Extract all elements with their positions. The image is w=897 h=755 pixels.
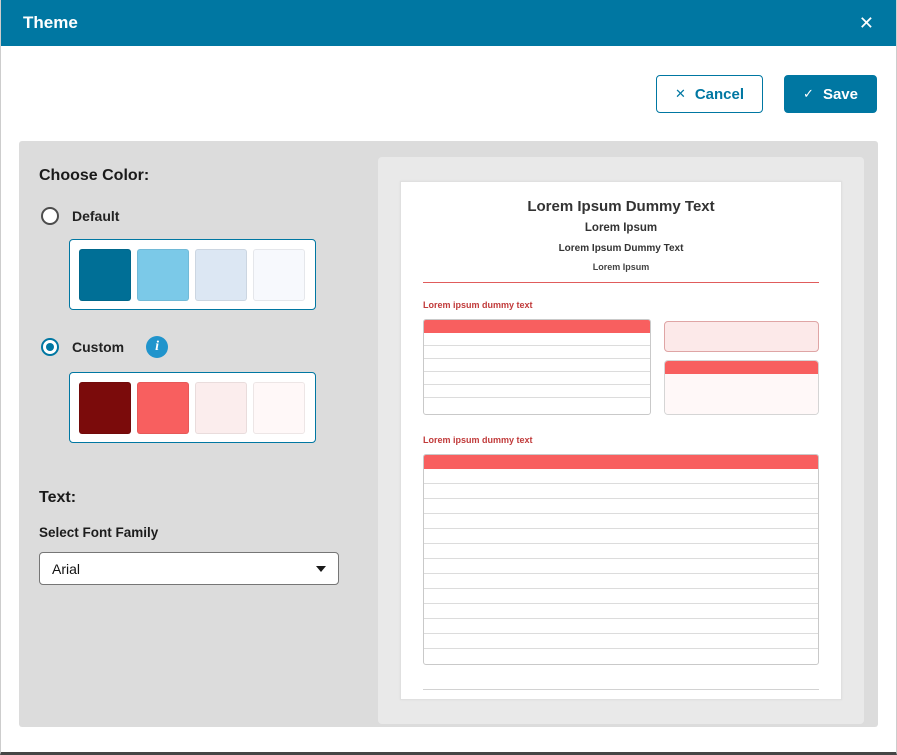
table-row <box>424 604 818 619</box>
save-check-icon: ✓ <box>803 86 814 101</box>
preview-caption-1: Lorem ipsum dummy text <box>423 300 533 310</box>
chevron-down-icon <box>316 565 326 572</box>
custom-radio-label: Custom <box>72 339 125 355</box>
default-radio-label: Default <box>72 208 120 224</box>
theme-preview-panel: Lorem Ipsum Dummy Text Lorem Ipsum Lorem… <box>378 157 864 724</box>
cancel-x-icon: ✕ <box>674 86 686 101</box>
color-settings-column: Choose Color: Default Custom i Text: Sel… <box>39 157 378 724</box>
theme-dialog: Theme ✕ ✕ Cancel ✓ Save Choose Color: De… <box>1 0 896 727</box>
custom-swatch-group[interactable] <box>69 372 316 443</box>
preview-table-wide <box>423 454 819 665</box>
text-heading: Text: <box>39 489 77 506</box>
close-icon[interactable]: ✕ <box>859 14 874 32</box>
table-row <box>424 359 650 372</box>
default-swatch-group[interactable] <box>69 239 316 310</box>
table-row <box>424 346 650 359</box>
choose-color-heading: Choose Color: <box>39 167 150 184</box>
table-row <box>424 574 818 589</box>
preview-subtitle-2: Lorem Ipsum Dummy Text <box>558 243 684 254</box>
custom-swatch-4[interactable] <box>253 381 305 434</box>
table-row <box>424 619 818 634</box>
radio-option-default[interactable]: Default <box>41 207 378 225</box>
table-row <box>424 559 818 574</box>
font-family-value: Arial <box>52 560 81 577</box>
preview-title: Lorem Ipsum Dummy Text <box>527 198 715 215</box>
preview-table-small-header <box>424 320 650 333</box>
font-family-select[interactable]: Arial <box>39 552 339 585</box>
table-row <box>424 514 818 529</box>
table-row <box>424 634 818 649</box>
preview-table-wide-header <box>424 455 818 469</box>
default-swatch-3[interactable] <box>195 248 247 301</box>
preview-page: Lorem Ipsum Dummy Text Lorem Ipsum Lorem… <box>400 181 842 700</box>
cancel-button[interactable]: ✕ Cancel <box>655 75 764 113</box>
default-radio[interactable] <box>41 207 59 225</box>
save-label: Save <box>822 85 858 103</box>
custom-radio[interactable] <box>41 338 59 356</box>
custom-swatch-2[interactable] <box>137 381 189 434</box>
preview-header-card-bar <box>665 361 818 374</box>
action-bar: ✕ Cancel ✓ Save <box>1 46 896 113</box>
preview-subtitle-1: Lorem Ipsum <box>584 222 658 234</box>
save-button[interactable]: ✓ Save <box>784 75 877 113</box>
font-family-label: Select Font Family <box>39 525 159 540</box>
preview-header-card-body <box>665 374 818 414</box>
theme-settings-panel: Choose Color: Default Custom i Text: Sel… <box>19 141 878 727</box>
preview-table-small <box>423 319 651 415</box>
table-row <box>424 649 818 664</box>
table-row <box>424 469 818 484</box>
table-row <box>424 385 650 398</box>
table-row <box>424 544 818 559</box>
default-swatch-2[interactable] <box>137 248 189 301</box>
preview-side-column <box>664 319 819 415</box>
cancel-label: Cancel <box>694 85 745 103</box>
preview-subtitle-3: Lorem Ipsum <box>592 262 650 272</box>
modal-header: Theme ✕ <box>1 0 896 46</box>
preview-caption-2: Lorem ipsum dummy text <box>423 435 533 445</box>
preview-widgets-row <box>423 319 819 415</box>
radio-option-custom[interactable]: Custom i <box>41 336 378 358</box>
table-row <box>424 529 818 544</box>
custom-swatch-1[interactable] <box>79 381 131 434</box>
table-row <box>424 589 818 604</box>
preview-table-wide-body <box>424 469 818 664</box>
info-icon[interactable]: i <box>146 336 169 358</box>
table-row <box>424 398 650 411</box>
preview-header-card <box>664 360 819 415</box>
table-row <box>424 484 818 499</box>
default-swatch-1[interactable] <box>79 248 131 301</box>
modal-title: Theme <box>23 13 78 32</box>
custom-swatch-3[interactable] <box>195 381 247 434</box>
table-row <box>424 333 650 346</box>
preview-accent-divider <box>423 282 819 283</box>
default-swatch-4[interactable] <box>253 248 305 301</box>
preview-footer-line-1 <box>423 689 819 690</box>
table-row <box>424 499 818 514</box>
table-row <box>424 372 650 385</box>
preview-pink-card <box>664 321 819 352</box>
preview-table-small-body <box>424 333 650 411</box>
